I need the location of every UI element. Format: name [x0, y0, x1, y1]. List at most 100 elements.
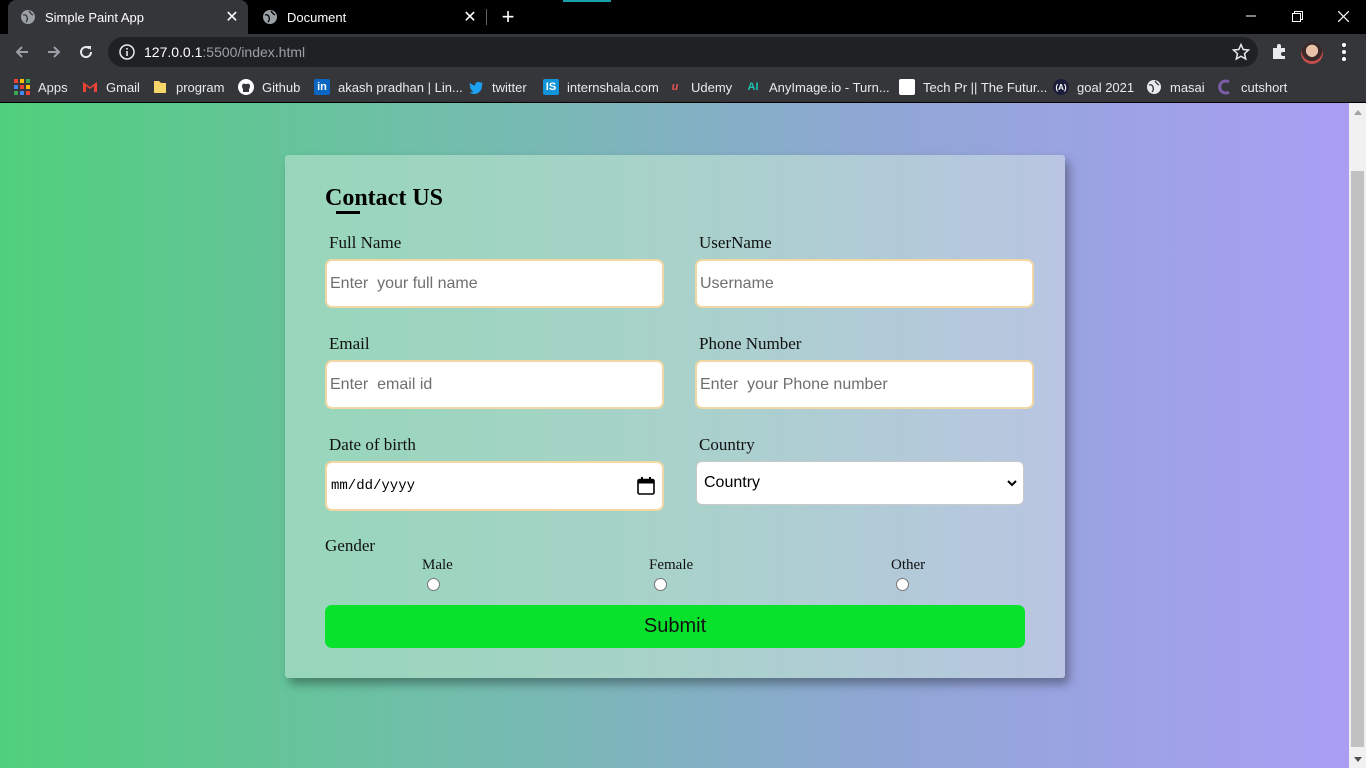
close-tab-icon[interactable]: ✕ [220, 5, 244, 29]
contact-form: Contact US Full Name UserName Email Phon… [285, 155, 1065, 678]
bookmark-github[interactable]: Github [238, 76, 300, 98]
more-menu-icon[interactable] [1336, 42, 1352, 62]
bookmark-label: twitter [492, 79, 527, 95]
dob-value: mm/dd/yyyy [331, 478, 416, 494]
bookmark-star-icon[interactable] [1232, 43, 1250, 61]
username-input[interactable] [695, 259, 1034, 308]
tab-accent-line [563, 0, 611, 2]
bookmark-label: Udemy [691, 79, 733, 95]
tab-simple-paint-app[interactable]: Simple Paint App ✕ [8, 0, 248, 34]
gender-other-radio[interactable] [896, 578, 909, 591]
bookmark-label: masai [1170, 79, 1205, 95]
dob-label: Date of birth [329, 435, 416, 454]
linkedin-icon: in [314, 79, 330, 95]
gender-male-label: Male [422, 557, 453, 573]
tab-title: Simple Paint App [45, 9, 145, 25]
full-name-label: Full Name [329, 233, 402, 252]
gender-other-label: Other [891, 557, 926, 573]
profile-avatar[interactable] [1301, 42, 1323, 64]
bookmark-twitter[interactable]: twitter [468, 76, 527, 98]
close-window-button[interactable] [1320, 0, 1366, 32]
dob-input[interactable]: mm/dd/yyyy [325, 461, 664, 511]
bookmark-goal-2021[interactable]: (A) goal 2021 [1053, 76, 1134, 98]
country-select[interactable]: Country [696, 461, 1024, 505]
info-icon[interactable] [119, 44, 135, 60]
bookmark-label: internshala.com [567, 79, 659, 95]
bookmark-program[interactable]: program [152, 76, 224, 98]
tab-title: Document [287, 9, 347, 25]
gender-female-label: Female [649, 557, 694, 573]
scroll-down-arrow[interactable] [1349, 751, 1366, 768]
bookmark-label: Apps [38, 79, 68, 95]
browser-toolbar: 127.0.0.1:5500/index.html [0, 34, 1366, 70]
minimize-button[interactable] [1228, 0, 1274, 32]
submit-button[interactable]: Submit [325, 605, 1025, 648]
globe-icon [1147, 80, 1161, 94]
bookmark-label: program [176, 79, 225, 95]
bookmark-label: akash pradhan | Lin... [338, 79, 463, 95]
bookmark-anyimage[interactable]: AI AnyImage.io - Turn... [745, 76, 890, 98]
bookmark-linkedin[interactable]: in akash pradhan | Lin... [314, 76, 463, 98]
tab-document[interactable]: Document ✕ [250, 0, 486, 34]
reload-button[interactable] [73, 39, 99, 65]
goal-icon: (A) [1053, 79, 1069, 95]
extensions-puzzle-icon[interactable] [1270, 43, 1288, 61]
github-icon [238, 79, 254, 95]
form-title: Contact US [325, 185, 443, 211]
chevron-down-icon [1007, 480, 1017, 487]
triangle-up-icon [1353, 109, 1362, 115]
page-scrollbar[interactable] [1349, 103, 1366, 768]
restore-icon [1291, 10, 1303, 22]
globe-icon [263, 10, 277, 24]
tab-separator [486, 9, 487, 25]
restore-button[interactable] [1274, 0, 1320, 32]
gender-female-radio[interactable] [654, 578, 667, 591]
bookmark-label: Tech Pr || The Futur... [923, 79, 1048, 95]
bookmark-label: Github [262, 79, 301, 95]
gender-label: Gender [325, 536, 376, 555]
triangle-down-icon [1353, 756, 1362, 762]
bookmark-label: cutshort [1241, 79, 1288, 95]
bookmark-cutshort[interactable]: cutshort [1217, 76, 1287, 98]
anyimage-icon: AI [747, 81, 759, 93]
url-path: :5500/index.html [202, 44, 306, 60]
bookmark-gmail[interactable]: Gmail [82, 76, 140, 98]
globe-icon [21, 10, 35, 24]
phone-label: Phone Number [699, 334, 802, 353]
folder-icon [154, 81, 166, 93]
gender-male-radio[interactable] [427, 578, 440, 591]
url-text: 127.0.0.1:5500/index.html [144, 44, 305, 60]
email-label: Email [329, 334, 370, 353]
bookmark-udemy[interactable]: u Udemy [667, 76, 733, 98]
back-button[interactable] [9, 39, 35, 65]
phone-input[interactable] [695, 360, 1034, 409]
bookmark-label: Gmail [106, 79, 140, 95]
twitter-icon [469, 81, 483, 95]
full-name-input[interactable] [325, 259, 664, 308]
udemy-icon: u [671, 81, 679, 93]
gmail-icon [83, 82, 97, 92]
close-icon [1337, 10, 1349, 22]
username-label: UserName [699, 233, 772, 252]
scroll-thumb[interactable] [1351, 171, 1364, 747]
forward-button[interactable] [41, 39, 67, 65]
bookmark-internshala[interactable]: IS internshala.com [543, 76, 659, 98]
new-tab-button[interactable]: + [496, 4, 520, 29]
page-viewport: Contact US Full Name UserName Email Phon… [0, 103, 1349, 768]
email-input[interactable] [325, 360, 664, 409]
bookmark-masai[interactable]: masai [1146, 76, 1205, 98]
bookmark-techpr[interactable]: Tech Pr || The Futur... [899, 76, 1047, 98]
country-selected-value: Country [704, 474, 761, 491]
back-arrow-icon [15, 46, 28, 58]
close-tab-icon[interactable]: ✕ [458, 5, 482, 29]
country-label: Country [699, 435, 755, 454]
apps-grid-icon [14, 79, 30, 95]
calendar-icon[interactable] [636, 476, 656, 496]
bookmark-label: AnyImage.io - Turn... [769, 79, 890, 95]
url-host: 127.0.0.1 [144, 44, 203, 60]
tab-strip: Simple Paint App ✕ Document ✕ + [0, 0, 1366, 34]
title-underline [336, 211, 360, 214]
scroll-up-arrow[interactable] [1349, 103, 1366, 120]
bookmark-apps[interactable]: Apps [14, 76, 68, 98]
address-bar[interactable]: 127.0.0.1:5500/index.html [108, 37, 1258, 67]
